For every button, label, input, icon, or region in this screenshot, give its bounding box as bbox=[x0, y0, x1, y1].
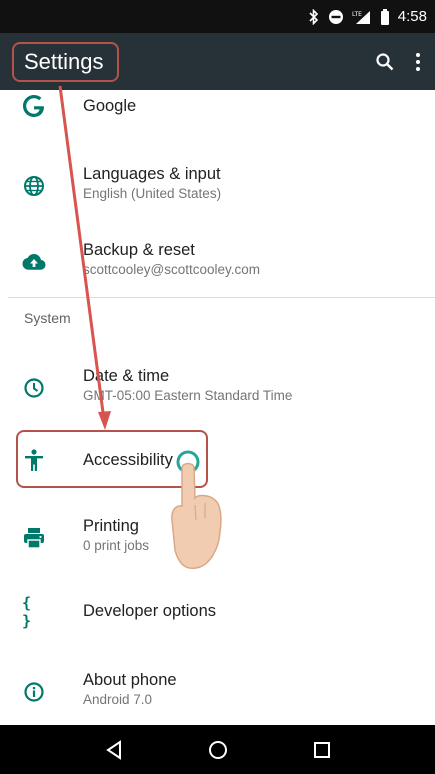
settings-item-title: Languages & input bbox=[83, 165, 221, 183]
cloud-upload-icon bbox=[22, 250, 46, 274]
settings-item-subtitle: Android 7.0 bbox=[83, 692, 153, 707]
settings-item-languages[interactable]: Languages & input English (United States… bbox=[0, 156, 435, 216]
info-icon bbox=[22, 680, 46, 704]
back-icon[interactable] bbox=[105, 739, 123, 760]
status-time: 4:58 bbox=[397, 8, 427, 25]
settings-item-subtitle: 0 print jobs bbox=[83, 538, 150, 553]
home-icon[interactable] bbox=[208, 740, 228, 760]
settings-item-title: Date & time bbox=[83, 367, 170, 385]
do-not-disturb-icon bbox=[328, 9, 344, 25]
settings-item-developer-options[interactable]: { } Developer options bbox=[0, 590, 435, 634]
accessibility-icon bbox=[22, 449, 46, 473]
settings-item-title: Printing bbox=[83, 517, 139, 535]
navigation-bar bbox=[0, 725, 435, 774]
recents-icon[interactable] bbox=[313, 741, 331, 759]
settings-item-about-phone[interactable]: About phone Android 7.0 bbox=[0, 662, 435, 722]
settings-item-backup[interactable]: Backup & reset scottcooley@scottcooley.c… bbox=[0, 232, 435, 292]
printer-icon bbox=[22, 526, 46, 550]
settings-item-title: Developer options bbox=[83, 602, 216, 620]
settings-item-printing[interactable]: Printing 0 print jobs bbox=[0, 508, 435, 568]
lte-signal-icon: LTE bbox=[352, 9, 372, 25]
section-header-system: System bbox=[24, 310, 71, 326]
settings-item-accessibility[interactable]: Accessibility bbox=[0, 434, 435, 488]
bluetooth-icon bbox=[308, 8, 320, 25]
settings-item-title: About phone bbox=[83, 671, 177, 689]
svg-text:LTE: LTE bbox=[352, 11, 362, 18]
battery-icon bbox=[380, 8, 390, 25]
section-divider bbox=[8, 297, 435, 298]
settings-item-title: Accessibility bbox=[83, 451, 173, 469]
settings-item-subtitle: English (United States) bbox=[83, 186, 222, 201]
settings-item-title: Backup & reset bbox=[83, 241, 195, 259]
clock-icon bbox=[22, 376, 46, 400]
app-bar: Settings bbox=[0, 33, 435, 90]
more-vert-icon[interactable] bbox=[415, 52, 421, 72]
google-icon bbox=[22, 94, 46, 118]
braces-icon: { } bbox=[22, 594, 32, 630]
settings-item-subtitle: scottcooley@scottcooley.com bbox=[83, 262, 261, 277]
status-bar: LTE 4:58 bbox=[0, 0, 435, 33]
settings-item-title: Google bbox=[83, 97, 137, 115]
settings-item-subtitle: GMT-05:00 Eastern Standard Time bbox=[83, 388, 293, 403]
globe-icon bbox=[22, 174, 46, 198]
settings-list[interactable]: Google Languages & input English (United… bbox=[0, 90, 435, 725]
search-icon[interactable] bbox=[375, 52, 395, 72]
settings-item-date-time[interactable]: Date & time GMT-05:00 Eastern Standard T… bbox=[0, 358, 435, 418]
settings-item-google[interactable]: Google bbox=[0, 90, 435, 124]
page-title: Settings bbox=[24, 48, 104, 74]
